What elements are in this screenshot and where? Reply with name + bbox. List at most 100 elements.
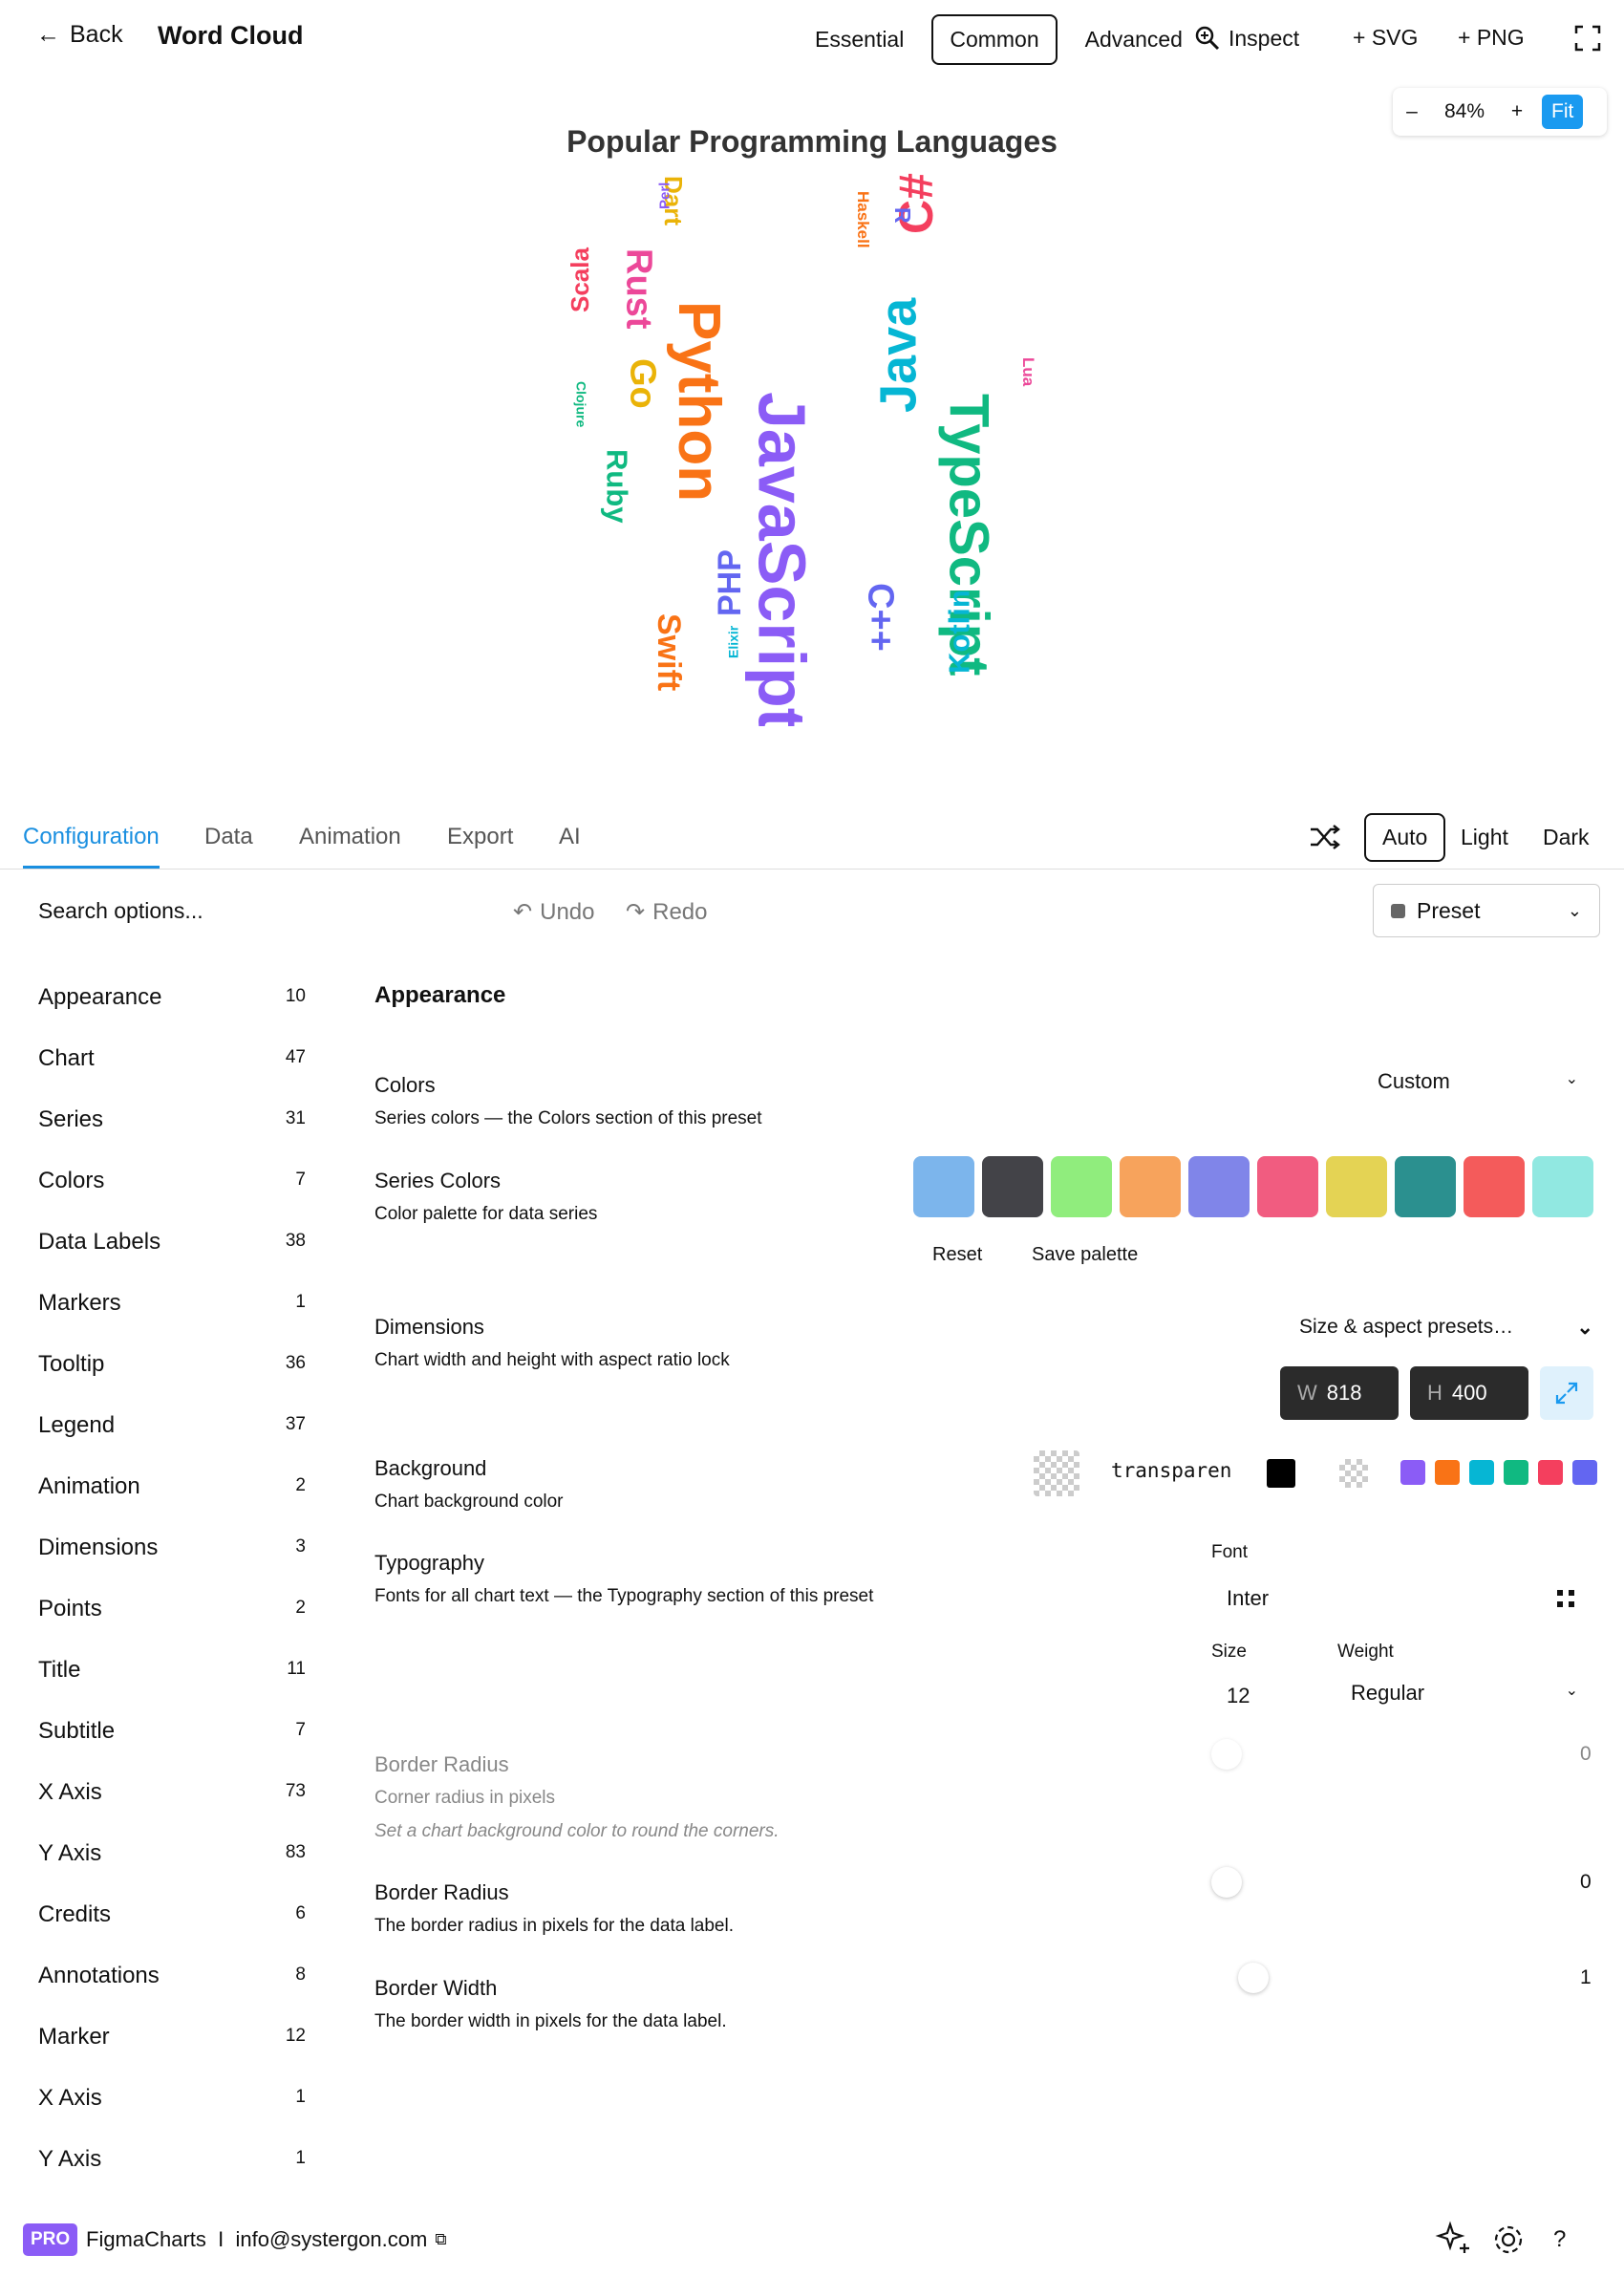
sidebar-item-count: 2 [295, 1598, 306, 1618]
tab-animation[interactable]: Animation [299, 824, 401, 850]
inspect-label: Inspect [1229, 25, 1300, 51]
preset-select[interactable]: Preset ⌄ [1373, 884, 1600, 937]
reset-palette-button[interactable]: Reset [932, 1244, 982, 1266]
sidebar-item-title[interactable]: Title 11 [38, 1657, 306, 1684]
palette-swatch[interactable] [982, 1156, 1043, 1217]
back-button[interactable]: ← Back [36, 21, 123, 49]
sidebar-item-markers[interactable]: Markers 1 [38, 1290, 306, 1317]
palette-swatch[interactable] [913, 1156, 974, 1217]
sidebar-item-animation[interactable]: Animation 2 [38, 1473, 306, 1500]
height-field[interactable]: H 400 [1410, 1366, 1528, 1420]
palette-swatch[interactable] [1188, 1156, 1250, 1217]
transparent-color-button[interactable] [1339, 1459, 1368, 1488]
sidebar-item-credits[interactable]: Credits 6 [38, 1901, 306, 1928]
sidebar-item-data-labels[interactable]: Data Labels 38 [38, 1229, 306, 1256]
height-key: H [1427, 1381, 1442, 1405]
border-radius-disabled-label: Border Radius [374, 1752, 509, 1776]
export-svg-button[interactable]: + SVG [1353, 25, 1418, 51]
help-icon[interactable]: ? [1553, 2226, 1566, 2253]
sidebar-item-y-axis[interactable]: Y Axis 83 [38, 1840, 306, 1867]
theme-light[interactable]: Light [1442, 813, 1527, 862]
sidebar-item-x-axis[interactable]: X Axis 1 [38, 2085, 306, 2112]
border-width-desc: The border width in pixels for the data … [374, 2011, 727, 2031]
app-title: Word Cloud [158, 21, 304, 50]
palette-swatch[interactable] [1395, 1156, 1456, 1217]
redo-button[interactable]: ↷ Redo [626, 898, 707, 926]
mode-essential[interactable]: Essential [797, 14, 922, 65]
mode-advanced[interactable]: Advanced [1067, 14, 1201, 65]
sidebar-item-series[interactable]: Series 31 [38, 1106, 306, 1133]
sidebar-item-x-axis[interactable]: X Axis 73 [38, 1779, 306, 1806]
gear-icon[interactable] [1490, 2222, 1527, 2258]
label-border-radius-slider[interactable] [1211, 1867, 1242, 1898]
sidebar-item-count: 1 [295, 1292, 306, 1312]
zoom-in-button[interactable]: + [1498, 100, 1536, 123]
inspect-button[interactable]: Inspect [1194, 25, 1299, 52]
size-value[interactable]: 12 [1227, 1684, 1250, 1708]
undo-button[interactable]: ↶ Undo [513, 898, 594, 926]
quick-color-button[interactable] [1504, 1460, 1528, 1485]
tab-configuration[interactable]: Configuration [23, 824, 160, 869]
zoom-out-button[interactable]: – [1393, 100, 1431, 123]
sidebar-item-count: 7 [295, 1170, 306, 1190]
search-options-input[interactable] [38, 898, 439, 924]
top-bar: ← Back Word Cloud Essential Common Advan… [0, 0, 1624, 76]
shuffle-icon[interactable] [1309, 824, 1341, 850]
tab-data[interactable]: Data [204, 824, 253, 850]
weight-select[interactable]: Regular ⌄ [1351, 1681, 1578, 1706]
theme-auto[interactable]: Auto [1364, 813, 1446, 862]
colors-select[interactable]: Custom ⌄ [1378, 1069, 1578, 1094]
palette-swatch[interactable] [1120, 1156, 1181, 1217]
zoom-level: 84% [1443, 100, 1485, 122]
tab-export[interactable]: Export [447, 824, 513, 850]
sidebar-item-colors[interactable]: Colors 7 [38, 1168, 306, 1194]
word-ruby: Ruby [601, 449, 634, 524]
sidebar-item-label: Credits [38, 1901, 112, 1927]
background-value-field[interactable]: transparent [1111, 1459, 1231, 1482]
footer-info: FigmaCharts I info@systergon.com ⧉ [86, 2227, 446, 2252]
palette-swatch[interactable] [1051, 1156, 1112, 1217]
export-png-button[interactable]: + PNG [1458, 25, 1525, 51]
aspect-lock-button[interactable] [1540, 1366, 1593, 1420]
copy-icon[interactable]: ⧉ [435, 2230, 446, 2249]
fullscreen-icon[interactable] [1574, 25, 1601, 52]
quick-color-button[interactable] [1400, 1460, 1425, 1485]
font-value[interactable]: Inter [1227, 1586, 1269, 1611]
quick-color-button[interactable] [1469, 1460, 1494, 1485]
sidebar-item-legend[interactable]: Legend 37 [38, 1412, 306, 1439]
sidebar-item-appearance[interactable]: Appearance 10 [38, 984, 306, 1011]
label-border-radius-label: Border Radius [374, 1880, 509, 1904]
palette-swatch[interactable] [1532, 1156, 1593, 1217]
quick-color-button[interactable] [1435, 1460, 1460, 1485]
word-kotlin: Kotlin [942, 590, 975, 674]
chart-title: Popular Programming Languages [566, 124, 1058, 159]
sidebar-item-subtitle[interactable]: Subtitle 7 [38, 1718, 306, 1745]
save-palette-button[interactable]: Save palette [1032, 1244, 1138, 1266]
size-presets-label: Size & aspect presets… [1299, 1316, 1514, 1338]
background-color-swatch[interactable] [1034, 1450, 1079, 1496]
quick-color-button[interactable] [1538, 1460, 1563, 1485]
sidebar-item-count: 12 [285, 2026, 306, 2046]
mode-common[interactable]: Common [931, 14, 1058, 65]
sidebar-item-marker[interactable]: Marker 12 [38, 2024, 306, 2051]
sidebar-item-count: 8 [295, 1965, 306, 1985]
border-width-slider[interactable] [1238, 1963, 1269, 1993]
sidebar-item-y-axis[interactable]: Y Axis 1 [38, 2146, 306, 2173]
quick-color-button[interactable] [1572, 1460, 1597, 1485]
sidebar-item-chart[interactable]: Chart 47 [38, 1045, 306, 1072]
palette-swatch[interactable] [1326, 1156, 1387, 1217]
width-field[interactable]: W 818 [1280, 1366, 1399, 1420]
dimensions-desc: Chart width and height with aspect ratio… [374, 1350, 730, 1370]
sidebar-item-dimensions[interactable]: Dimensions 3 [38, 1535, 306, 1561]
size-presets-select[interactable]: Size & aspect presets… ⌄ [1299, 1316, 1593, 1340]
tab-ai[interactable]: AI [559, 824, 581, 850]
sparkles-icon[interactable] [1435, 2221, 1473, 2259]
palette-swatch[interactable] [1257, 1156, 1318, 1217]
sidebar-item-annotations[interactable]: Annotations 8 [38, 1963, 306, 1989]
sidebar-item-points[interactable]: Points 2 [38, 1596, 306, 1622]
black-color-button[interactable] [1267, 1459, 1295, 1488]
sidebar-item-tooltip[interactable]: Tooltip 36 [38, 1351, 306, 1378]
theme-dark[interactable]: Dark [1525, 813, 1608, 862]
font-grid-icon[interactable] [1555, 1588, 1576, 1609]
palette-swatch[interactable] [1464, 1156, 1525, 1217]
